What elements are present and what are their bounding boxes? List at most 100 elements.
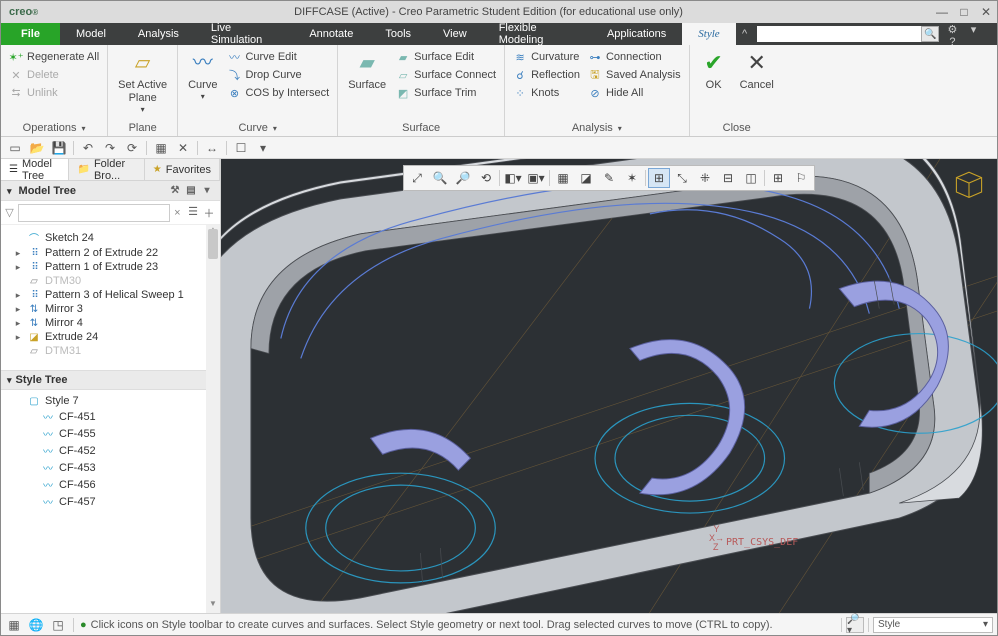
model-tree-header[interactable]: Model Tree ⚒ ▤ ▾ bbox=[1, 181, 220, 201]
point-display-icon[interactable]: ⁜ bbox=[694, 168, 716, 188]
filter-icon[interactable]: ▽ bbox=[5, 206, 14, 219]
tab-flexible-modeling[interactable]: Flexible Modeling bbox=[483, 23, 591, 45]
saved-analysis-button[interactable]: 🖫Saved Analysis bbox=[586, 67, 683, 83]
reflection-button[interactable]: ☌Reflection bbox=[511, 67, 582, 83]
spin-center-icon[interactable]: ✶ bbox=[621, 168, 643, 188]
tree-add-icon[interactable]: ＋ bbox=[202, 205, 216, 221]
selection-filter[interactable]: Style▾ bbox=[873, 617, 993, 633]
tree-node[interactable]: ▸⠿Pattern 3 of Helical Sweep 1 bbox=[9, 288, 218, 302]
knots-button[interactable]: ⁘Knots bbox=[511, 85, 582, 101]
search-button[interactable]: 🔍 bbox=[921, 26, 939, 42]
regenerate-all-button[interactable]: ✶⁺Regenerate All bbox=[7, 49, 101, 65]
analysis-dropdown-icon[interactable] bbox=[616, 122, 622, 134]
zoom-in-icon[interactable]: 🔍 bbox=[429, 168, 451, 188]
nav-tab-favorites[interactable]: ★Favorites bbox=[145, 159, 220, 180]
orientation-indicator[interactable] bbox=[951, 165, 987, 201]
surface-connect-button[interactable]: ▱Surface Connect bbox=[394, 67, 498, 83]
display-style-icon[interactable]: ◧▾ bbox=[502, 168, 524, 188]
curve-button[interactable]: 〰 Curve▾ bbox=[184, 47, 221, 104]
refit-icon[interactable]: ⤢ bbox=[406, 168, 428, 188]
graphics-viewport[interactable]: ⤢ 🔍 🔎 ⟲ ◧▾ ▣▾ ▦ ◪ ✎ ✶ ⊞ ⤡ ⁜ ⊟ ◫ ⊞ ⚐ Y X→ bbox=[221, 159, 997, 613]
qa-open-icon[interactable]: 📂 bbox=[27, 139, 47, 157]
tree-show-icon[interactable]: ▾ bbox=[200, 185, 214, 196]
cos-by-intersect-button[interactable]: ⊗COS by Intersect bbox=[225, 85, 331, 101]
nav-tab-model-tree[interactable]: ☰Model Tree bbox=[1, 159, 69, 180]
tab-tools[interactable]: Tools bbox=[369, 23, 427, 45]
appearance-icon[interactable]: ⚐ bbox=[790, 168, 812, 188]
qa-save-icon[interactable]: 💾 bbox=[49, 139, 69, 157]
surface-trim-button[interactable]: ◩Surface Trim bbox=[394, 85, 498, 101]
style-tree-item[interactable]: 〰CF-455 bbox=[9, 425, 218, 442]
qa-close-icon[interactable]: ✕ bbox=[173, 139, 193, 157]
set-active-plane-button[interactable]: ▱ Set Active Plane ▾ bbox=[114, 47, 171, 117]
tab-analysis[interactable]: Analysis bbox=[122, 23, 195, 45]
filter-clear-icon[interactable]: × bbox=[174, 207, 182, 219]
style-tree-item[interactable]: 〰CF-457 bbox=[9, 493, 218, 510]
qa-windows-icon[interactable]: ▦ bbox=[151, 139, 171, 157]
sb-3d-icon[interactable]: ◳ bbox=[49, 618, 67, 632]
drop-curve-button[interactable]: ⤵Drop Curve bbox=[225, 67, 331, 83]
scrollbar-down-icon[interactable]: ▼ bbox=[206, 599, 220, 613]
surface-button[interactable]: ▰ Surface bbox=[344, 47, 390, 94]
cancel-button[interactable]: ✕Cancel bbox=[736, 47, 778, 94]
repaint-icon[interactable]: ⟲ bbox=[475, 168, 497, 188]
tree-settings-icon[interactable]: ⚒ bbox=[168, 185, 182, 196]
tree-filter-icon[interactable]: ▤ bbox=[184, 185, 198, 196]
datum-display-icon[interactable]: ⊞ bbox=[648, 168, 670, 188]
qa-undo-icon[interactable]: ↶ bbox=[78, 139, 98, 157]
style-tree-item[interactable]: 〰CF-451 bbox=[9, 408, 218, 425]
tree-scrollbar[interactable]: ▲ ▼ bbox=[206, 225, 220, 613]
curve-dropdown-icon[interactable] bbox=[271, 122, 277, 134]
curve-edit-button[interactable]: 〰Curve Edit bbox=[225, 49, 331, 65]
nav-tab-folder-browser[interactable]: 📁Folder Bro... bbox=[69, 159, 144, 180]
search-input[interactable] bbox=[757, 26, 922, 42]
delete-button[interactable]: ✕Delete bbox=[7, 67, 101, 83]
qa-new-icon[interactable]: ▭ bbox=[5, 139, 25, 157]
tab-annotate[interactable]: Annotate bbox=[293, 23, 369, 45]
help-icon[interactable]: ? bbox=[943, 36, 961, 48]
tree-col-icon[interactable]: ☰ bbox=[186, 205, 200, 221]
curvature-button[interactable]: ≋Curvature bbox=[511, 49, 582, 65]
tree-node[interactable]: ▸⇅Mirror 3 bbox=[9, 302, 218, 316]
sb-web-icon[interactable]: 🌐 bbox=[27, 618, 45, 632]
csys-display-icon[interactable]: ⊟ bbox=[717, 168, 739, 188]
axis-display-icon[interactable]: ⤡ bbox=[671, 168, 693, 188]
operations-dropdown-icon[interactable] bbox=[79, 122, 85, 134]
tree-filter-input[interactable] bbox=[18, 204, 170, 222]
tab-model[interactable]: Model bbox=[60, 23, 122, 45]
qa-more-icon[interactable]: ▾ bbox=[253, 139, 273, 157]
style-tree-root[interactable]: ▢Style 7 bbox=[9, 394, 218, 408]
tab-file[interactable]: File bbox=[1, 23, 60, 45]
close-window-button[interactable]: ✕ bbox=[975, 5, 997, 19]
connection-button[interactable]: ⊶Connection bbox=[586, 49, 683, 65]
style-tree-item[interactable]: 〰CF-453 bbox=[9, 459, 218, 476]
style-tree-header[interactable]: Style Tree bbox=[1, 370, 220, 390]
tree-node[interactable]: ▸⠿Pattern 2 of Extrude 22 bbox=[9, 246, 218, 260]
zoom-out-icon[interactable]: 🔎 bbox=[452, 168, 474, 188]
qa-select-box-icon[interactable]: ☐ bbox=[231, 139, 251, 157]
tree-node[interactable]: ▱DTM30 bbox=[9, 274, 218, 288]
style-tree-item[interactable]: 〰CF-452 bbox=[9, 442, 218, 459]
area-dropdown-icon[interactable]: ▾ bbox=[965, 23, 983, 36]
maximize-button[interactable]: □ bbox=[953, 5, 975, 19]
scrollbar-thumb[interactable] bbox=[208, 229, 218, 259]
qa-regen-icon[interactable]: ⟳ bbox=[122, 139, 142, 157]
tab-style[interactable]: Style bbox=[682, 23, 735, 45]
plane-display-icon[interactable]: ◫ bbox=[740, 168, 762, 188]
tab-live-simulation[interactable]: Live Simulation bbox=[195, 23, 293, 45]
surface-edit-button[interactable]: ▰Surface Edit bbox=[394, 49, 498, 65]
ok-button[interactable]: ✔OK bbox=[696, 47, 732, 94]
tab-view[interactable]: View bbox=[427, 23, 483, 45]
hide-all-button[interactable]: ⊘Hide All bbox=[586, 85, 683, 101]
qa-arrange-icon[interactable]: ↔ bbox=[202, 139, 222, 157]
tree-node[interactable]: ⌒Sketch 24 bbox=[9, 229, 218, 246]
tab-applications[interactable]: Applications bbox=[591, 23, 682, 45]
tree-node[interactable]: ▱DTM31 bbox=[9, 344, 218, 358]
tree-node[interactable]: ▸⠿Pattern 1 of Extrude 23 bbox=[9, 260, 218, 274]
tree-node[interactable]: ▸⇅Mirror 4 bbox=[9, 316, 218, 330]
find-button[interactable]: 🔎▾ bbox=[846, 617, 864, 633]
ribbon-collapse-button[interactable]: ^ bbox=[736, 23, 754, 45]
layers-icon[interactable]: ◪ bbox=[575, 168, 597, 188]
unlink-button[interactable]: ⮀Unlink bbox=[7, 85, 101, 101]
view-manager-icon[interactable]: ⊞ bbox=[767, 168, 789, 188]
